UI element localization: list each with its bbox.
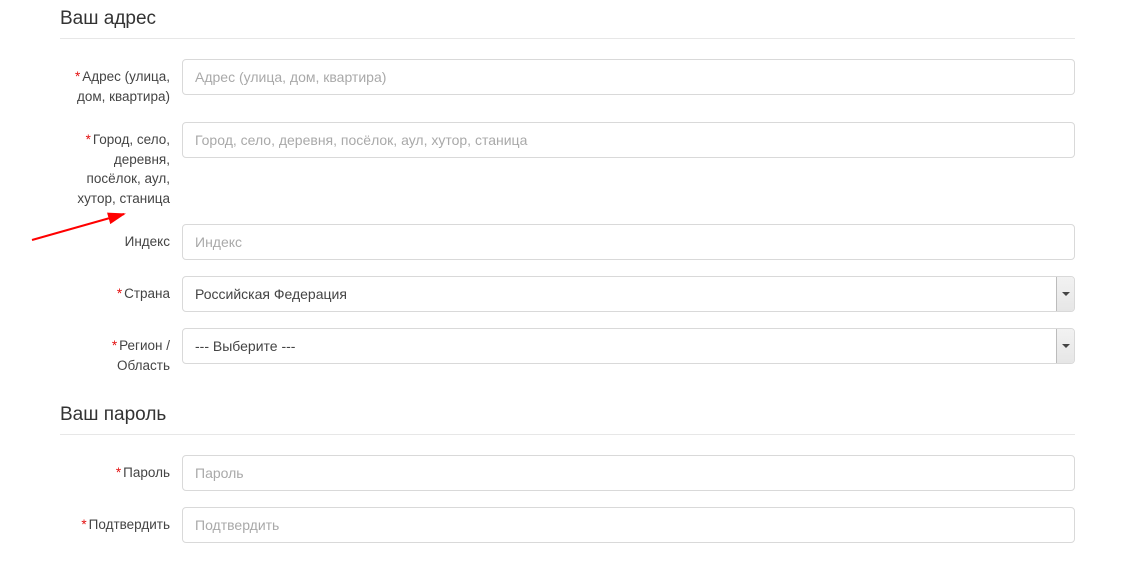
- required-star: *: [112, 338, 117, 353]
- postcode-input[interactable]: [182, 224, 1075, 260]
- form-row-address: *Адрес (улица, дом, квартира): [60, 59, 1075, 106]
- form-row-password: *Пароль: [60, 455, 1075, 491]
- label-country: *Страна: [60, 276, 182, 304]
- form-row-country: *Страна Российская Федерация: [60, 276, 1075, 312]
- label-region: *Регион / Область: [60, 328, 182, 375]
- password-input[interactable]: [182, 455, 1075, 491]
- required-star: *: [117, 286, 122, 301]
- required-star: *: [116, 465, 121, 480]
- form-row-region: *Регион / Область --- Выберите ---: [60, 328, 1075, 375]
- country-select[interactable]: Российская Федерация: [182, 276, 1075, 312]
- label-postcode: Индекс: [60, 224, 182, 252]
- label-address: *Адрес (улица, дом, квартира): [60, 59, 182, 106]
- required-star: *: [86, 132, 91, 147]
- confirm-input[interactable]: [182, 507, 1075, 543]
- form-row-city: *Город, село, деревня, посёлок, аул, хут…: [60, 122, 1075, 208]
- section-title-address: Ваш адрес: [60, 8, 1075, 39]
- form-row-postcode: Индекс: [60, 224, 1075, 260]
- region-select[interactable]: --- Выберите ---: [182, 328, 1075, 364]
- required-star: *: [81, 517, 86, 532]
- form-row-confirm: *Подтвердить: [60, 507, 1075, 543]
- address-input[interactable]: [182, 59, 1075, 95]
- section-title-password: Ваш пароль: [60, 404, 1075, 435]
- city-input[interactable]: [182, 122, 1075, 158]
- label-city: *Город, село, деревня, посёлок, аул, хут…: [60, 122, 182, 208]
- required-star: *: [75, 69, 80, 84]
- label-confirm: *Подтвердить: [60, 507, 182, 535]
- label-password: *Пароль: [60, 455, 182, 483]
